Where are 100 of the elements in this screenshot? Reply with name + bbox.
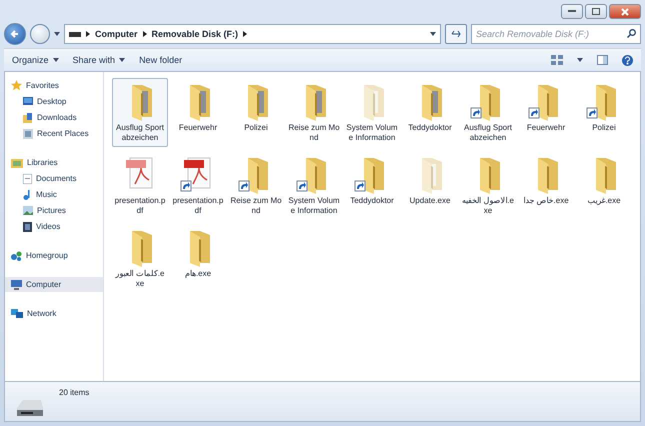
nav-item[interactable]: Computer (5, 277, 103, 292)
close-icon (621, 8, 629, 16)
file-item[interactable]: Polizei (576, 78, 632, 147)
nav-item[interactable]: Recent Places (5, 126, 103, 141)
file-item[interactable]: الاصول الخفيه.exe (460, 151, 516, 220)
status-text: 20 items (59, 388, 90, 397)
network-icon (11, 309, 23, 318)
file-name: Ausflug Sportabzeichen (114, 123, 166, 143)
downloads-icon (23, 112, 33, 122)
nav-label: Pictures (37, 206, 66, 215)
file-name: Teddydoktor (407, 123, 453, 133)
nav-item[interactable]: Homegroup (5, 248, 103, 263)
file-item[interactable]: هام.exe (170, 224, 226, 293)
libraries-icon (11, 158, 23, 168)
nav-label: Videos (36, 222, 60, 231)
nav-label: Libraries (27, 158, 58, 167)
refresh-button[interactable] (445, 24, 467, 44)
file-name: System Volume Information (288, 196, 340, 216)
file-name: Update.exe (408, 196, 452, 206)
star-icon (11, 80, 22, 91)
nav-label: Documents (36, 174, 76, 183)
nav-label: Favorites (26, 81, 59, 90)
videos-icon (23, 222, 32, 232)
file-name: خاص جدا.exe (522, 196, 570, 206)
file-name: كلمات العبور.exe (114, 269, 166, 289)
file-item[interactable]: Feuerwehr (518, 78, 574, 147)
drive-icon (69, 32, 81, 36)
file-item[interactable]: Reise zum Mond (286, 78, 342, 147)
nav-item[interactable]: Favorites (5, 78, 103, 93)
recent-icon (23, 128, 33, 138)
maximize-icon (592, 8, 600, 15)
help-icon[interactable] (622, 54, 633, 66)
music-icon (23, 190, 32, 200)
nav-item[interactable]: Pictures (5, 203, 103, 218)
minimize-button[interactable] (561, 4, 583, 19)
nav-item[interactable]: Videos (5, 219, 103, 234)
nav-item[interactable]: Libraries (5, 155, 103, 170)
search-icon (627, 29, 636, 38)
nav-label: Homegroup (26, 251, 68, 260)
file-name: System Volume Information (346, 123, 398, 143)
file-item[interactable]: Teddydoktor (344, 151, 400, 220)
nav-item[interactable]: Desktop (5, 94, 103, 109)
view-icon[interactable] (551, 55, 563, 65)
back-arrow-icon (10, 29, 20, 39)
computer-icon (11, 280, 22, 290)
caret-icon (119, 58, 126, 62)
caret-icon (52, 58, 59, 62)
file-name: غريب.exe (586, 196, 622, 206)
file-item[interactable]: Teddydoktor (402, 78, 458, 147)
toolbar-button[interactable]: Organize (12, 55, 59, 65)
caret-icon (54, 32, 60, 36)
file-name: Polizei (591, 123, 617, 133)
nav-label: Music (36, 190, 57, 199)
nav-item[interactable]: Documents (5, 171, 103, 186)
address-bar[interactable]: Computer Removable Disk (F:) (64, 24, 441, 44)
pictures-icon (23, 206, 33, 215)
search-field[interactable]: Search Removable Disk (F:) (471, 24, 641, 44)
forward-button[interactable] (30, 24, 50, 44)
close-button[interactable] (609, 4, 641, 19)
file-item[interactable]: كلمات العبور.exe (112, 224, 168, 293)
file-item[interactable]: System Volume Information (286, 151, 342, 220)
refresh-arrows-icon (450, 29, 462, 39)
file-name: Ausflug Sportabzeichen (462, 123, 514, 143)
file-item[interactable]: System Volume Information (344, 78, 400, 147)
chevron-icon (86, 31, 90, 37)
nav-label: Downloads (37, 113, 77, 122)
breadcrumb[interactable]: Removable Disk (F:) (152, 29, 238, 39)
file-name: presentation.pdf (114, 196, 166, 216)
caret-icon (430, 32, 436, 36)
nav-item[interactable]: Downloads (5, 110, 103, 125)
nav-label: Computer (26, 280, 62, 289)
file-item[interactable]: Feuerwehr (170, 78, 226, 147)
toolbar-button[interactable]: New folder (139, 55, 182, 65)
file-item[interactable]: Ausflug Sportabzeichen (112, 78, 168, 147)
file-item[interactable]: Polizei (228, 78, 284, 147)
chevron-icon (243, 31, 248, 37)
nav-item[interactable]: Music (5, 187, 103, 202)
toolbar-button[interactable]: Share with (72, 55, 126, 65)
nav-item[interactable]: Network (5, 306, 103, 321)
file-name: Reise zum Mond (288, 123, 340, 143)
file-item[interactable]: Update.exe (402, 151, 458, 220)
file-item[interactable]: Reise zum Mond (228, 151, 284, 220)
file-item[interactable]: خاص جدا.exe (518, 151, 574, 220)
file-name: presentation.pdf (172, 196, 224, 216)
file-item[interactable]: غريب.exe (576, 151, 632, 220)
caret-icon (577, 58, 583, 62)
maximize-button[interactable] (585, 4, 607, 19)
file-name: Teddydoktor (349, 196, 395, 206)
file-item[interactable]: Ausflug Sportabzeichen (460, 78, 516, 147)
preview-pane-icon[interactable] (597, 55, 608, 65)
back-button[interactable] (4, 23, 26, 45)
chevron-icon (142, 31, 146, 37)
breadcrumb[interactable]: Computer (95, 29, 138, 39)
file-name: Polizei (243, 123, 269, 133)
file-item[interactable]: presentation.pdf (112, 151, 168, 220)
nav-label: Network (27, 309, 56, 318)
file-name: Feuerwehr (178, 123, 218, 133)
file-name: هام.exe (184, 269, 212, 279)
desktop-icon (23, 97, 33, 106)
file-item[interactable]: presentation.pdf (170, 151, 226, 220)
